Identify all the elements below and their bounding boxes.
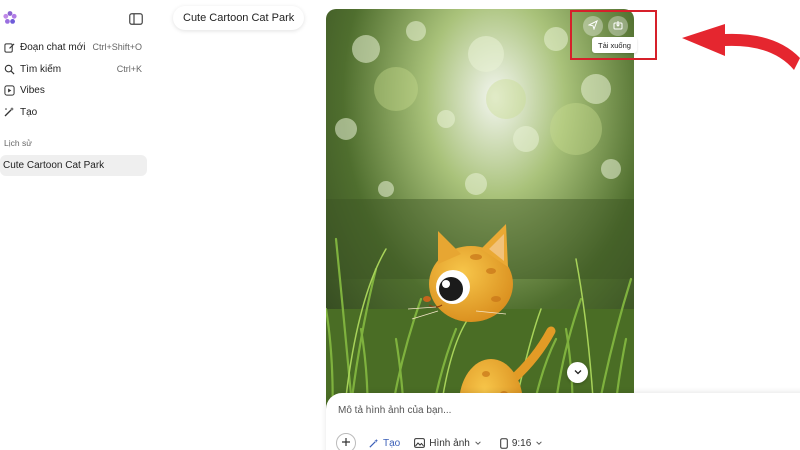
mode-label: Tạo	[383, 437, 401, 449]
shortcut-label: Ctrl+Shift+O	[92, 42, 142, 52]
scroll-down-button[interactable]	[567, 362, 588, 383]
history-section-label: Lịch sử	[4, 138, 32, 148]
sidebar-item-label: Đoạn chat mới	[20, 41, 86, 53]
composer-toolbar: Tạo Hình ảnh 9:16	[336, 433, 561, 450]
chevron-down-icon	[474, 439, 482, 447]
aspect-ratio-selector[interactable]: 9:16	[500, 438, 547, 449]
type-label: Hình ảnh	[429, 437, 470, 449]
sidebar-item-search[interactable]: Tìm kiếm Ctrl+K	[3, 60, 145, 78]
chat-title[interactable]: Cute Cartoon Cat Park	[173, 6, 305, 30]
sidebar-item-vibes[interactable]: Vibes	[3, 81, 145, 99]
edit-icon	[3, 41, 15, 53]
sidebar-item-new-chat[interactable]: Đoạn chat mới Ctrl+Shift+O	[3, 38, 145, 56]
add-attachment-button[interactable]	[336, 433, 356, 450]
plus-icon	[341, 437, 351, 450]
sidebar-item-label: Tìm kiếm	[20, 63, 62, 75]
annotation-highlight-box	[570, 10, 657, 60]
generated-image[interactable]	[326, 9, 634, 450]
mode-selector[interactable]: Tạo	[368, 438, 400, 449]
phone-icon	[500, 437, 508, 449]
play-icon	[3, 84, 15, 96]
prompt-composer: Mô tả hình ảnh của bạn... Tạo Hình ảnh 9…	[326, 393, 800, 450]
annotation-arrow-icon	[680, 14, 800, 70]
shortcut-label: Ctrl+K	[116, 64, 142, 74]
image-icon	[414, 438, 426, 448]
app-logo-icon[interactable]	[2, 10, 18, 26]
type-selector[interactable]: Hình ảnh	[414, 438, 486, 449]
sidebar-item-label: Tạo	[20, 106, 38, 118]
search-icon	[3, 63, 15, 75]
sidebar: Đoạn chat mới Ctrl+Shift+O Tìm kiếm Ctrl…	[0, 0, 152, 450]
chevron-down-icon	[573, 364, 583, 382]
magic-wand-icon	[368, 438, 379, 449]
magic-wand-icon	[3, 106, 15, 118]
chevron-down-icon	[535, 439, 543, 447]
sidebar-item-create[interactable]: Tạo	[3, 103, 145, 121]
ratio-label: 9:16	[511, 437, 532, 449]
sidebar-item-label: Vibes	[20, 84, 45, 96]
prompt-input[interactable]: Mô tả hình ảnh của bạn...	[338, 405, 451, 416]
history-item[interactable]: Cute Cartoon Cat Park	[0, 155, 147, 176]
sidebar-toggle-icon[interactable]	[129, 12, 143, 25]
